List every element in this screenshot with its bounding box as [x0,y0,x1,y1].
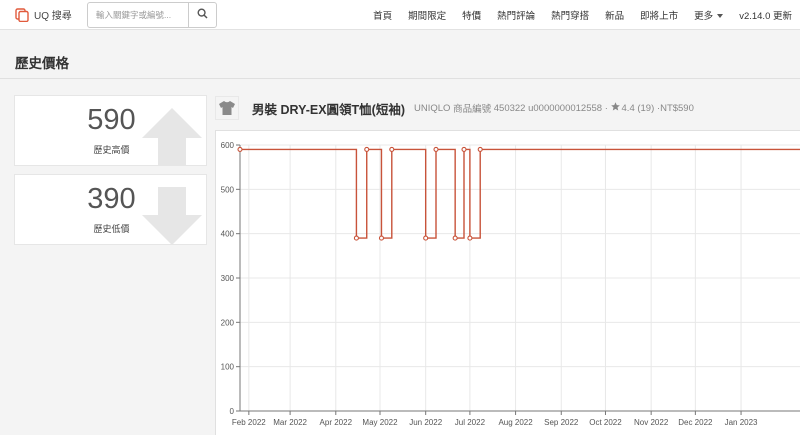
price-point [353,235,359,241]
product-brand: UNIQLO [414,102,451,114]
product-name: 男裝 DRY-EX圓領T恤(短袖) [252,102,406,117]
meta-separator: · [604,102,608,114]
search-icon [197,6,208,24]
x-tick-label: Feb 2022 [232,418,266,427]
lowest-price-value: 390 [87,183,136,215]
uq-logo-icon [15,7,29,22]
price-point [364,146,370,152]
x-tick-label: Nov 2022 [634,418,669,427]
x-tick-label: Jun 2022 [409,418,442,427]
x-tick-label: Apr 2022 [320,418,353,427]
highest-price-value: 590 [87,104,136,136]
nav-limited[interactable]: 期間限定 [400,8,454,22]
price-line-series [240,148,800,239]
price-point [477,146,483,152]
nav-new[interactable]: 新品 [597,8,632,22]
nav-more-label: 更多 [694,11,714,22]
product-price: NT$590 [660,102,694,114]
nav-hot-outfits[interactable]: 熱門穿搭 [543,8,597,22]
x-tick-label: Sep 2022 [544,418,579,427]
x-tick-label: Dec 2022 [678,418,713,427]
y-tick-label: 400 [221,230,235,239]
y-tick-label: 500 [221,185,235,194]
nav-coming-soon[interactable]: 即將上市 [632,8,686,22]
product-rating: 4.4 (19) [621,102,655,114]
price-point [378,235,385,241]
product-id: 450322 u0000000012558 [493,102,603,114]
price-point [452,235,458,241]
y-tick-label: 0 [230,407,235,416]
search-button[interactable] [188,3,216,27]
highest-price-card: 590 歷史高價 [14,95,207,166]
nav-version-update[interactable]: v2.14.0 更新 [731,8,800,22]
y-tick-label: 600 [221,141,235,150]
star-icon [610,102,620,114]
brand-link[interactable]: UQ 搜尋 [15,7,72,22]
x-tick-label: Oct 2022 [589,418,622,427]
x-tick-label: Jan 2023 [725,418,758,427]
page-title: 歷史價格 [15,56,69,71]
lowest-price-label: 歷史低價 [93,224,130,234]
caret-down-icon [717,14,724,19]
y-tick-label: 300 [221,274,235,283]
search-box [87,2,217,28]
tshirt-thumbnail-icon [215,96,239,120]
x-tick-label: Aug 2022 [498,418,533,427]
product-header: 男裝 DRY-EX圓領T恤(短袖) UNIQLO 商品編號 450322 u00… [215,95,694,121]
price-history-chart: 0 100 200 300 400 500 600 Feb 2022 Mar 2022 Apr 2… [221,141,800,427]
title-divider [0,78,800,79]
top-navbar: UQ 搜尋 首頁 期間限定 特價 熱門評論 熱門穿搭 新品 即將上市 更多 v2… [0,0,800,30]
y-tick-label: 200 [221,318,235,327]
search-input[interactable] [88,3,188,27]
nav-sale[interactable]: 特價 [454,8,489,22]
nav-home[interactable]: 首頁 [365,8,400,22]
y-tick-label: 100 [221,363,235,372]
price-point [433,146,439,152]
nav-links: 首頁 期間限定 特價 熱門評論 熱門穿搭 新品 即將上市 更多 v2.14.0 … [365,0,800,30]
nav-more-dropdown[interactable]: 更多 [686,8,731,22]
nav-hot-reviews[interactable]: 熱門評論 [489,8,543,22]
product-meta: UNIQLO 商品編號 450322 u0000000012558 · 4.4 … [414,101,694,115]
brand-name: UQ 搜尋 [34,11,72,22]
x-tick-label: Jul 2022 [455,418,486,427]
product-id-label: 商品編號 [453,104,492,115]
lowest-price-card: 390 歷史低價 [14,174,207,245]
x-tick-label: May 2022 [362,418,398,427]
price-point [461,146,467,152]
price-point [389,146,395,152]
price-point [237,146,243,152]
price-point [467,235,473,241]
highest-price-label: 歷史高價 [93,145,130,155]
price-point [423,235,429,241]
x-tick-label: Mar 2022 [273,418,307,427]
